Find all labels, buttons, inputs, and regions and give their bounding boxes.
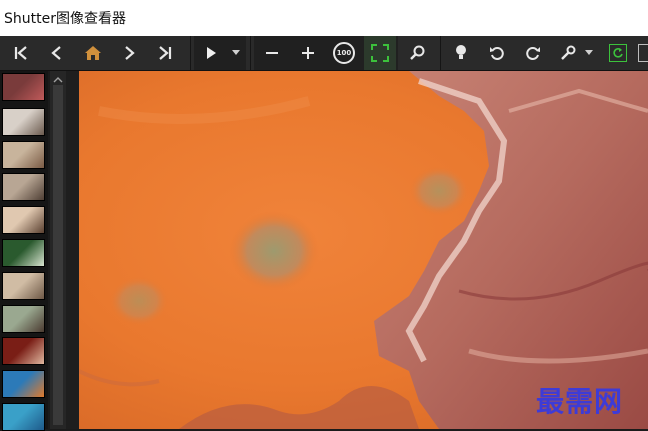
home-icon — [85, 46, 101, 60]
thumbnail-scrollbar[interactable] — [50, 71, 66, 429]
actual-size-icon: 100 — [333, 42, 355, 64]
title-bar: Shutter图像查看器 — [0, 0, 648, 36]
plus-icon — [302, 47, 314, 59]
actual-size-button[interactable]: 100 — [330, 36, 358, 70]
last-icon — [159, 46, 172, 60]
slideshow-play-button[interactable] — [198, 36, 224, 70]
zoom-in-button[interactable] — [294, 36, 322, 70]
image-viewport[interactable] — [79, 71, 648, 429]
chevron-right-icon — [125, 46, 135, 60]
thumbnail-panel — [0, 71, 66, 431]
rotate-right-button[interactable] — [518, 36, 548, 70]
slideshow-dropdown-button[interactable] — [228, 36, 244, 70]
first-image-button[interactable] — [6, 36, 36, 70]
thumbnail-top-partial[interactable] — [2, 73, 45, 101]
home-button[interactable] — [78, 36, 108, 70]
thumbnail-child-5[interactable] — [2, 239, 45, 267]
bulb-icon — [456, 45, 466, 59]
thumbnail-child-8[interactable] — [2, 337, 45, 366]
fit-screen-icon — [371, 44, 389, 62]
previous-image-button[interactable] — [42, 36, 72, 70]
zoom-label: 100 — [336, 49, 352, 57]
panel-icon — [638, 44, 648, 62]
refresh-icon — [609, 44, 627, 62]
scroll-thumb[interactable] — [53, 85, 63, 425]
thumbnail-child-7[interactable] — [2, 304, 45, 333]
fit-to-window-button[interactable] — [364, 36, 396, 70]
wrench-icon — [561, 45, 576, 60]
next-panel-button[interactable] — [638, 36, 648, 70]
window-title: Shutter图像查看器 — [4, 11, 126, 27]
magnifier-icon — [410, 45, 425, 60]
tools-button[interactable] — [556, 36, 580, 70]
next-image-button[interactable] — [114, 36, 144, 70]
rotate-right-icon — [526, 47, 540, 60]
thumbnail-landscape-2[interactable] — [2, 403, 45, 431]
watermark: 最需网 — [536, 385, 624, 418]
zoom-magnifier-button[interactable] — [402, 36, 432, 70]
zoom-out-button[interactable] — [258, 36, 286, 70]
rotate-left-button[interactable] — [482, 36, 512, 70]
refresh-button[interactable] — [604, 36, 632, 70]
first-icon — [14, 46, 27, 60]
toolbar: 100 — [0, 36, 648, 71]
bulb-button[interactable] — [446, 36, 476, 70]
thumbnail-strip — [0, 71, 48, 431]
thumbnail-child-1[interactable] — [2, 107, 45, 136]
rotate-left-icon — [490, 47, 504, 60]
aerial-landscape-image — [79, 71, 648, 429]
chevron-left-icon — [51, 46, 61, 60]
minus-icon — [266, 52, 278, 54]
last-image-button[interactable] — [150, 36, 180, 70]
thumbnail-landscape-1[interactable] — [2, 370, 45, 399]
tools-dropdown-button[interactable] — [582, 36, 596, 70]
thumbnail-child-6[interactable] — [2, 271, 45, 300]
caret-down-icon — [232, 50, 240, 55]
thumbnail-child-2[interactable] — [2, 140, 45, 169]
play-icon — [207, 47, 216, 59]
thumbnail-child-4[interactable] — [2, 206, 45, 235]
thumbnail-child-3[interactable] — [2, 173, 45, 202]
panel-divider[interactable] — [66, 71, 79, 429]
caret-down-icon — [585, 50, 593, 55]
scroll-up-button[interactable] — [50, 71, 66, 83]
